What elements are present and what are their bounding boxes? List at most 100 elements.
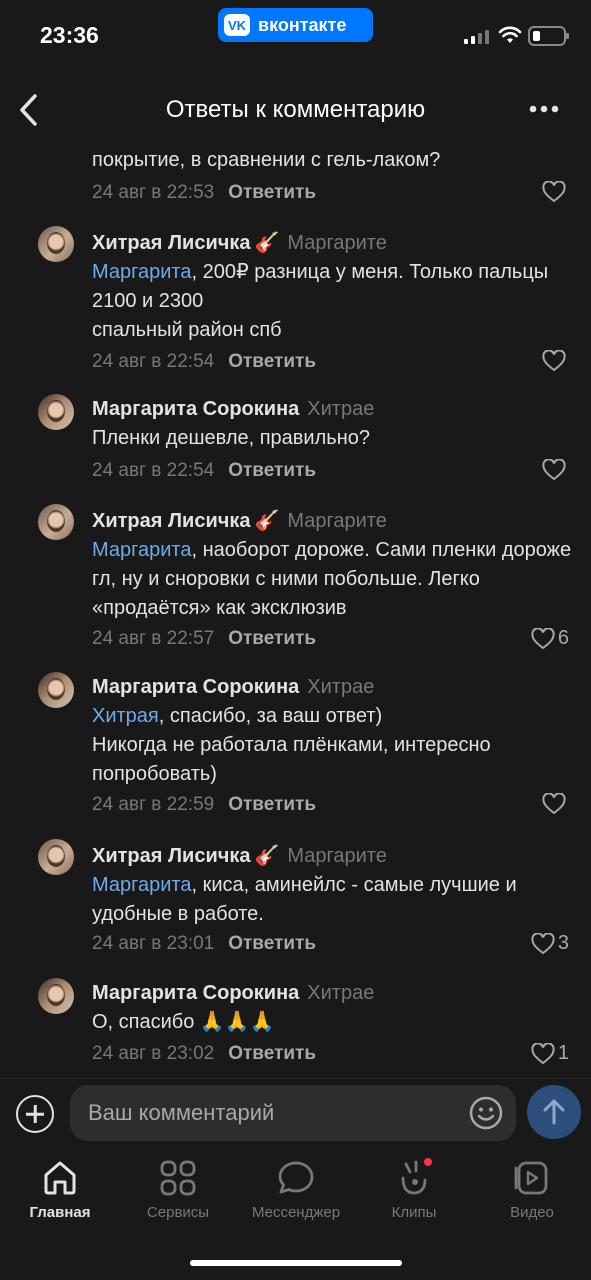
comment-text: Хитрая, спасибо, за ваш ответ) Никогда не… xyxy=(92,705,491,785)
avatar[interactable] xyxy=(38,394,74,430)
comment-input[interactable] xyxy=(88,1085,458,1141)
comment-meta: 24 авг в 23:01 Ответить xyxy=(92,933,316,955)
comment-date: 24 авг в 23:02 xyxy=(92,1043,215,1064)
comment-author[interactable]: Маргарита Сорокина xyxy=(92,982,299,1004)
like-button[interactable]: 1 xyxy=(531,1042,569,1065)
reply-to[interactable]: Маргарите xyxy=(287,232,386,254)
comment-text: Маргарита, наоборот дороже. Сами пленки … xyxy=(92,539,572,619)
status-time: 23:36 xyxy=(40,22,99,48)
avatar[interactable] xyxy=(38,839,74,875)
like-count: 1 xyxy=(557,1042,569,1064)
reply-to[interactable]: Маргарите xyxy=(287,845,386,867)
comment-input-wrapper xyxy=(70,1085,516,1141)
avatar[interactable] xyxy=(38,504,74,540)
reply-button[interactable]: Ответить xyxy=(228,460,316,481)
reply-button[interactable]: Ответить xyxy=(228,351,316,372)
like-count: 3 xyxy=(557,932,569,954)
like-button[interactable]: 3 xyxy=(531,932,569,955)
reply-button[interactable]: Ответить xyxy=(228,628,316,649)
comment-author[interactable]: Хитрая Лисичка xyxy=(92,510,251,532)
reply-button[interactable]: Ответить xyxy=(228,1043,316,1064)
comments-list: покрытие, в сравнении с гель-лаком? 24 а… xyxy=(0,140,591,1078)
comment-author-line: Маргарита Сорокина Хитрае xyxy=(92,398,374,421)
comment-composer xyxy=(0,1078,591,1150)
comment-author-line: Хитрая Лисичка 🎸 Маргарите xyxy=(92,508,387,533)
heart-icon xyxy=(542,459,566,481)
comment-meta: 24 авг в 22:59 Ответить xyxy=(92,794,316,816)
emoji-smile-icon[interactable] xyxy=(468,1095,504,1131)
comment-author-line: Хитрая Лисичка 🎸 Маргарите xyxy=(92,843,387,868)
tab-label: Видео xyxy=(510,1204,554,1221)
tab-messenger[interactable]: Мессенджер xyxy=(237,1158,355,1221)
home-icon xyxy=(44,1161,76,1195)
heart-icon xyxy=(542,181,566,203)
comment-meta: 24 авг в 22:54 Ответить xyxy=(92,460,316,482)
tab-home[interactable]: Главная xyxy=(1,1158,119,1221)
vk-logo-icon: VK xyxy=(224,14,250,36)
more-options-icon[interactable] xyxy=(527,94,561,124)
send-button[interactable] xyxy=(527,1085,581,1139)
reply-to[interactable]: Хитрае xyxy=(307,676,374,698)
battery-icon xyxy=(528,26,569,46)
reply-button[interactable]: Ответить xyxy=(228,794,316,815)
comment-date: 24 авг в 22:54 xyxy=(92,460,215,481)
comment-author[interactable]: Маргарита Сорокина xyxy=(92,676,299,698)
header: Ответы к комментарию xyxy=(0,80,591,140)
heart-icon xyxy=(531,932,555,954)
mention-link[interactable]: Хитрая xyxy=(92,705,159,727)
vk-app-badge-label: вконтакте xyxy=(258,14,347,35)
comment-meta: 24 авг в 22:57 Ответить xyxy=(92,628,316,650)
reply-to[interactable]: Хитрае xyxy=(307,398,374,420)
video-icon xyxy=(514,1161,548,1195)
reply-button[interactable]: Ответить xyxy=(228,933,316,954)
like-button[interactable] xyxy=(542,350,569,372)
avatar[interactable] xyxy=(38,978,74,1014)
tab-label: Сервисы xyxy=(146,1204,210,1221)
home-indicator[interactable] xyxy=(190,1260,402,1266)
comment-author-line: Маргарита Сорокина Хитрае xyxy=(92,982,374,1005)
avatar[interactable] xyxy=(38,226,74,262)
tab-services[interactable]: Сервисы xyxy=(119,1158,237,1221)
reply-button[interactable]: Ответить xyxy=(228,182,316,203)
tab-label: Мессенджер xyxy=(251,1204,341,1221)
status-bar: 23:36 VK вконтакте xyxy=(0,0,591,70)
tab-video[interactable]: Видео xyxy=(473,1158,591,1221)
wifi-icon xyxy=(498,26,522,43)
mention-link[interactable]: Маргарита xyxy=(92,539,191,561)
guitar-emoji: 🎸 xyxy=(254,232,280,254)
comment-date: 24 авг в 22:54 xyxy=(92,351,215,372)
mention-link[interactable]: Маргарита xyxy=(92,874,191,896)
like-button[interactable]: 6 xyxy=(531,627,569,650)
comment-text: Пленки дешевле, правильно? xyxy=(92,427,370,449)
comment-author-line: Хитрая Лисичка 🎸 Маргарите xyxy=(92,230,387,255)
vk-app-badge[interactable]: VK вконтакте xyxy=(218,8,373,42)
like-button[interactable] xyxy=(542,181,569,203)
comment-author[interactable]: Хитрая Лисичка xyxy=(92,845,251,867)
comment-meta: 24 авг в 22:53 Ответить xyxy=(92,182,316,204)
guitar-emoji: 🎸 xyxy=(254,845,280,867)
mention-link[interactable]: Маргарита xyxy=(92,261,191,283)
reply-to[interactable]: Хитрае xyxy=(307,982,374,1004)
comment-meta: 24 авг в 23:02 Ответить xyxy=(92,1043,316,1065)
heart-icon xyxy=(542,350,566,372)
comment-date: 24 авг в 23:01 xyxy=(92,933,215,954)
heart-icon xyxy=(531,1042,555,1064)
reply-to[interactable]: Маргарите xyxy=(287,510,386,532)
tab-clips[interactable]: Клипы xyxy=(355,1158,473,1221)
avatar[interactable] xyxy=(38,672,74,708)
like-button[interactable] xyxy=(542,459,569,481)
messenger-icon xyxy=(278,1161,314,1194)
page-title: Ответы к комментарию xyxy=(165,96,426,123)
clips-icon xyxy=(401,1158,432,1195)
like-button[interactable] xyxy=(542,793,569,815)
cellular-signal-icon xyxy=(464,30,489,44)
comment-author[interactable]: Маргарита Сорокина xyxy=(92,398,299,420)
comment-author-line: Маргарита Сорокина Хитрае xyxy=(92,676,374,699)
guitar-emoji: 🎸 xyxy=(254,510,280,532)
comment-date: 24 авг в 22:57 xyxy=(92,628,215,649)
comment-text: О, спасибо 🙏🙏🙏 xyxy=(92,1011,275,1033)
comment-text: Маргарита, киса, аминейлс - самые лучшие… xyxy=(92,874,517,925)
comment-author[interactable]: Хитрая Лисичка xyxy=(92,232,251,254)
attach-plus-icon[interactable] xyxy=(16,1095,54,1133)
like-count: 6 xyxy=(557,627,569,649)
